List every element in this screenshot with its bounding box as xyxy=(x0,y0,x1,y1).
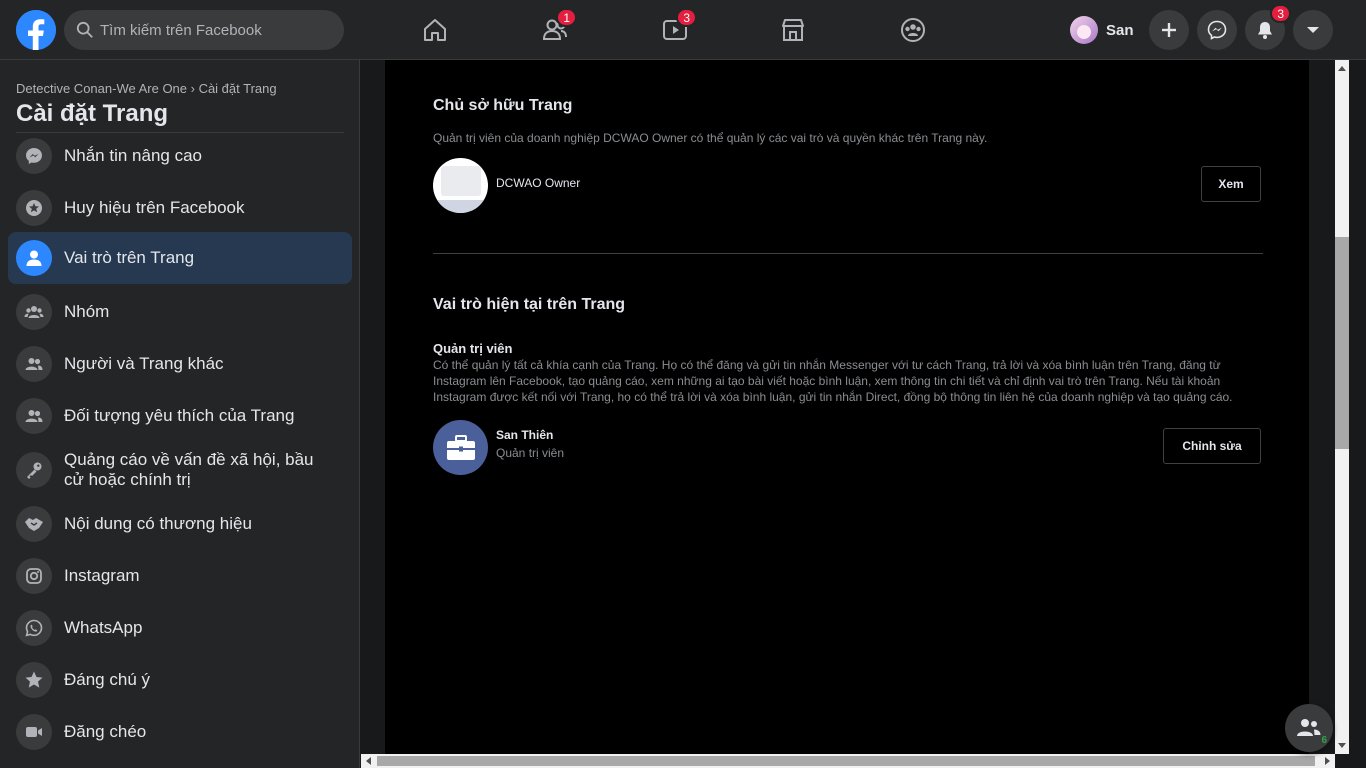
marketplace-icon xyxy=(782,19,804,41)
horizontal-scrollbar[interactable] xyxy=(361,754,1335,768)
top-navigation-bar: 1 3 San 3 xyxy=(0,0,1366,60)
sidebar-item-label: Đăng chéo xyxy=(64,722,147,741)
sidebar-item-label: Nhóm xyxy=(64,302,110,321)
briefcase-icon xyxy=(446,434,475,460)
account-menu-button[interactable] xyxy=(1293,10,1333,50)
vertical-scrollbar[interactable] xyxy=(1335,60,1349,754)
horizontal-scroll-thumb[interactable] xyxy=(377,756,1315,766)
people-icon xyxy=(16,346,52,382)
instagram-icon xyxy=(16,558,52,594)
sidebar-item-label: Huy hiệu trên Facebook xyxy=(64,198,245,217)
nav-groups[interactable] xyxy=(893,10,933,50)
audience-icon xyxy=(16,398,52,434)
messenger-icon xyxy=(16,138,52,174)
groups-icon xyxy=(901,18,925,42)
sidebar-item-page-roles[interactable]: Vai trò trên Trang xyxy=(8,232,352,284)
friends-badge: 1 xyxy=(556,8,577,27)
sidebar-item-advanced-messaging[interactable]: Nhắn tin nâng cao xyxy=(8,130,352,182)
avatar xyxy=(1070,16,1098,44)
owner-avatar-base xyxy=(433,200,488,213)
sidebar-item-label: Người và Trang khác xyxy=(64,354,224,373)
create-button[interactable] xyxy=(1149,10,1189,50)
sidebar-item-crossposting[interactable]: Đăng chéo xyxy=(8,706,352,758)
badge-icon xyxy=(16,190,52,226)
facebook-logo-icon[interactable] xyxy=(16,10,56,50)
section-divider xyxy=(433,253,1263,254)
window-edge xyxy=(1349,60,1366,768)
star-icon xyxy=(16,662,52,698)
sidebar-item-label: Instagram xyxy=(64,566,140,585)
sidebar-item-whatsapp[interactable]: WhatsApp xyxy=(8,602,352,654)
video-icon xyxy=(16,714,52,750)
sidebar-item-people-and-other-pages[interactable]: Người và Trang khác xyxy=(8,338,352,390)
sidebar-item-label: Đối tượng yêu thích của Trang xyxy=(64,406,295,425)
settings-sidebar: Detective Conan-We Are One › Cài đặt Tra… xyxy=(0,60,360,768)
messenger-button[interactable] xyxy=(1197,10,1237,50)
contacts-icon xyxy=(1297,719,1321,736)
sidebar-item-label: Vai trò trên Trang xyxy=(64,248,195,267)
sidebar-item-label: Nhắn tin nâng cao xyxy=(64,146,202,165)
sidebar-item-branded-content[interactable]: Nội dung có thương hiệu xyxy=(8,498,352,550)
page-roles-panel: Chủ sở hữu Trang Quản trị viên của doanh… xyxy=(385,60,1309,754)
owner-section-description: Quản trị viên của doanh nghiệp DCWAO Own… xyxy=(433,131,988,145)
notifications-button[interactable]: 3 xyxy=(1245,4,1291,50)
role-heading: Quản trị viên xyxy=(433,341,513,356)
edit-role-button[interactable]: Chỉnh sửa xyxy=(1163,428,1261,464)
member-role: Quản trị viên xyxy=(496,446,565,460)
sidebar-item-featured[interactable]: Đáng chú ý xyxy=(8,654,352,706)
plus-icon xyxy=(1162,23,1176,37)
search-box[interactable] xyxy=(64,10,344,50)
owner-section-title: Chủ sở hữu Trang xyxy=(433,97,573,114)
breadcrumb[interactable]: Detective Conan-We Are One › Cài đặt Tra… xyxy=(16,81,277,96)
profile-name: San xyxy=(1106,21,1134,39)
scroll-up-icon[interactable] xyxy=(1338,66,1346,71)
sidebar-item-label: Đáng chú ý xyxy=(64,670,150,689)
scroll-down-icon[interactable] xyxy=(1338,743,1346,748)
new-group-chat-button[interactable]: 6 xyxy=(1285,704,1333,752)
person-icon xyxy=(16,240,52,276)
vertical-scroll-thumb[interactable] xyxy=(1335,237,1349,449)
chevron-down-icon xyxy=(1307,27,1319,33)
nav-marketplace[interactable] xyxy=(773,10,813,50)
profile-button[interactable]: San xyxy=(1066,14,1144,46)
scroll-left-icon[interactable] xyxy=(366,757,371,765)
group-icon xyxy=(16,294,52,330)
watch-badge: 3 xyxy=(676,8,697,27)
nav-friends[interactable]: 1 xyxy=(535,8,577,50)
sidebar-item-label: Nội dung có thương hiệu xyxy=(64,514,252,533)
sidebar-item-label: Quảng cáo về vấn đề xã hội, bầu cử hoặc … xyxy=(64,450,314,489)
nav-watch[interactable]: 3 xyxy=(655,8,697,50)
member-name[interactable]: San Thiên xyxy=(496,428,553,442)
messenger-icon xyxy=(1207,20,1227,40)
whatsapp-icon xyxy=(16,610,52,646)
owner-avatar xyxy=(433,158,488,213)
sidebar-item-preferred-audience[interactable]: Đối tượng yêu thích của Trang xyxy=(8,390,352,442)
nav-home[interactable] xyxy=(415,10,455,50)
scroll-right-icon[interactable] xyxy=(1325,757,1330,765)
notifications-badge: 3 xyxy=(1270,4,1291,23)
bell-icon xyxy=(1258,22,1272,39)
view-owner-button[interactable]: Xem xyxy=(1201,166,1261,202)
role-description: Có thể quản lý tất cả khía cạnh của Tran… xyxy=(433,358,1233,404)
sidebar-item-instagram[interactable]: Instagram xyxy=(8,550,352,602)
handshake-icon xyxy=(16,506,52,542)
briefcase-icon xyxy=(441,166,481,196)
sidebar-item-political-ads[interactable]: Quảng cáo về vấn đề xã hội, bầu cử hoặc … xyxy=(8,442,352,498)
owner-name[interactable]: DCWAO Owner xyxy=(496,176,580,190)
sidebar-item-label: WhatsApp xyxy=(64,618,143,637)
page-title: Cài đặt Trang xyxy=(16,100,169,127)
sidebar-item-groups[interactable]: Nhóm xyxy=(8,286,352,338)
search-icon xyxy=(76,21,93,38)
online-count-badge: 6 xyxy=(1321,735,1327,746)
sidebar-item-facebook-badges[interactable]: Huy hiệu trên Facebook xyxy=(8,182,352,234)
home-icon xyxy=(424,19,446,41)
admin-avatar[interactable] xyxy=(433,420,488,475)
search-input[interactable] xyxy=(100,21,330,39)
roles-section-title: Vai trò hiện tại trên Trang xyxy=(433,296,626,313)
key-icon xyxy=(16,452,52,488)
